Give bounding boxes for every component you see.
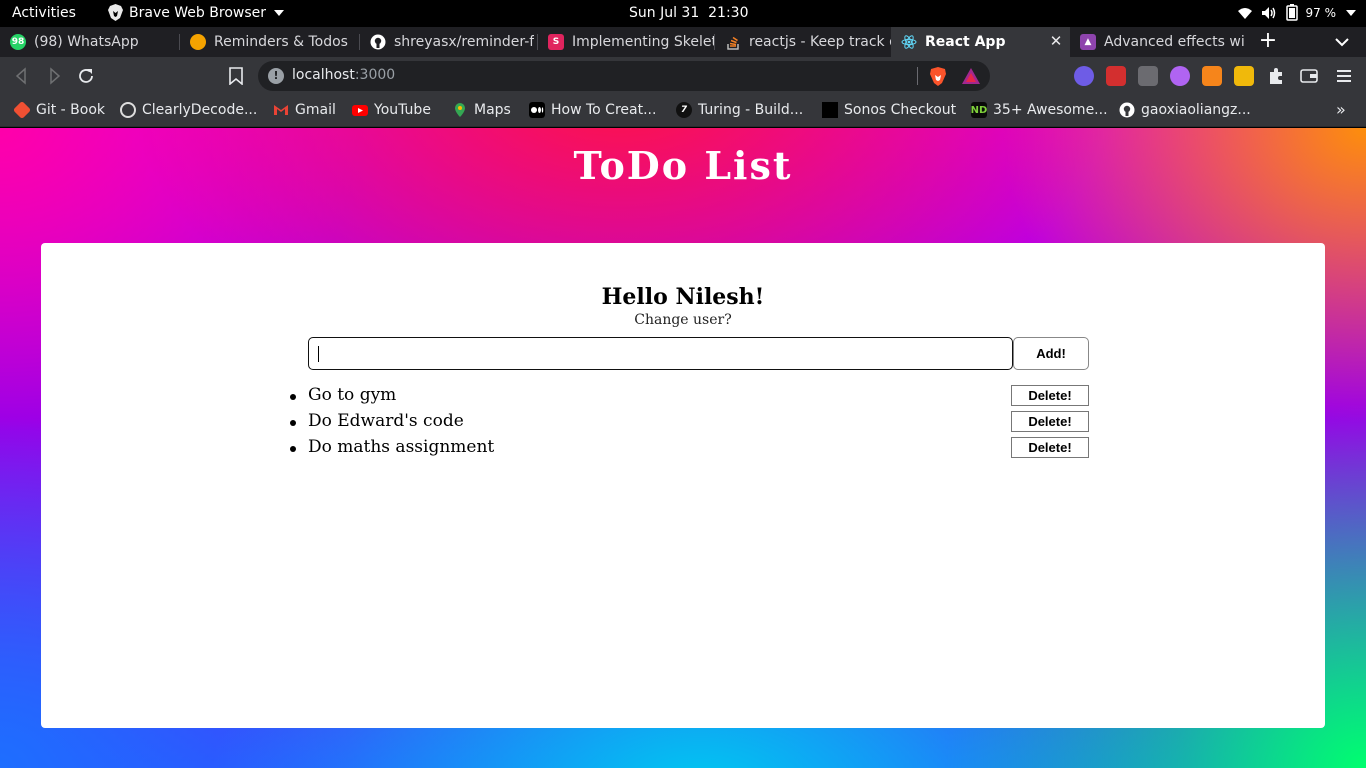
menu-hamburger-icon[interactable] — [1334, 66, 1354, 86]
todo-item: Do Edward's code Delete! — [290, 410, 1089, 436]
bookmark-awesome[interactable]: ND 35+ Awesome... — [971, 102, 1108, 118]
todo-text: Go to gym — [308, 385, 397, 405]
tab-advanced-effects[interactable]: ▲ Advanced effects wi — [1070, 27, 1246, 57]
change-user-link[interactable]: Change user? — [41, 312, 1325, 328]
clearlydecoded-icon — [120, 102, 136, 118]
delete-button[interactable]: Delete! — [1011, 411, 1089, 432]
medium-icon — [529, 102, 545, 118]
todo-text: Do Edward's code — [308, 411, 464, 431]
bullet-icon — [290, 446, 296, 452]
wallet-icon[interactable] — [1299, 66, 1319, 86]
tab-title: (98) WhatsApp — [34, 34, 139, 50]
todo-item: Do maths assignment Delete! — [290, 436, 1089, 462]
wifi-icon — [1237, 7, 1252, 19]
clock[interactable]: Sun Jul 31 21:30 — [629, 5, 749, 21]
tab-implementing-skeleton[interactable]: S Implementing Skelet — [538, 27, 715, 57]
bookmark-git-book[interactable]: Git - Book — [12, 100, 105, 120]
todo-list: Go to gym Delete! Do Edward's code Delet… — [290, 384, 1089, 462]
react-icon — [901, 35, 917, 49]
reload-icon[interactable] — [77, 67, 95, 85]
volume-icon — [1261, 6, 1275, 19]
text-cursor — [318, 346, 319, 362]
tab-title: reactjs - Keep track o — [749, 34, 891, 50]
bookmark-gmail[interactable]: Gmail — [273, 102, 336, 118]
tab-react-app[interactable]: React App ✕ — [891, 27, 1070, 57]
bullet-icon — [290, 420, 296, 426]
todo-input[interactable] — [308, 337, 1013, 370]
maps-icon — [455, 103, 465, 117]
advanced-effects-icon: ▲ — [1080, 34, 1096, 50]
add-button[interactable]: Add! — [1013, 337, 1089, 370]
system-menu-chevron-icon — [1346, 9, 1356, 16]
gmail-icon — [274, 105, 288, 115]
delete-button[interactable]: Delete! — [1011, 437, 1089, 458]
battery-icon — [1285, 4, 1298, 21]
app-menu-label: Brave Web Browser — [129, 4, 266, 21]
extension-ublock-icon[interactable] — [1106, 66, 1126, 86]
app-menu[interactable]: Brave Web Browser — [108, 4, 284, 21]
brave-lion-icon — [108, 4, 123, 21]
tab-title: shreyasx/reminder-f — [394, 34, 535, 50]
brave-rewards-icon[interactable] — [962, 68, 980, 84]
stackoverflow-icon — [727, 36, 739, 50]
extension-c-icon[interactable] — [1138, 66, 1158, 86]
turing-icon: 7 — [676, 102, 692, 118]
extensions-puzzle-icon[interactable] — [1266, 66, 1286, 86]
extension-key-icon[interactable] — [1234, 66, 1254, 86]
tab-title: Advanced effects wi — [1104, 34, 1245, 50]
activities-button[interactable]: Activities — [12, 5, 76, 21]
tab-whatsapp[interactable]: 98 (98) WhatsApp — [0, 27, 180, 57]
tab-github-reminder[interactable]: shreyasx/reminder-f — [360, 27, 538, 57]
reminders-icon — [190, 34, 206, 50]
new-tab-button[interactable]: + — [1256, 27, 1280, 57]
tab-reminders[interactable]: Reminders & Todos — [180, 27, 360, 57]
tab-title: React App — [925, 34, 1006, 50]
todo-text: Do maths assignment — [308, 437, 495, 457]
chevron-down-icon — [274, 9, 284, 16]
git-icon — [12, 100, 32, 120]
bookmark-icon[interactable] — [228, 67, 244, 85]
system-tray[interactable]: 97 % — [1237, 4, 1356, 21]
bookmarks-overflow-icon[interactable]: » — [1336, 100, 1346, 119]
tab-title: Implementing Skelet — [572, 34, 715, 50]
whatsapp-icon: 98 — [10, 34, 26, 50]
site-info-icon[interactable]: ! — [268, 68, 284, 84]
brave-shields-icon[interactable] — [929, 67, 947, 86]
bookmark-maps[interactable]: Maps — [452, 102, 511, 118]
system-top-bar: Activities Brave Web Browser Sun Jul 31 … — [0, 0, 1366, 27]
todo-card: Hello Nilesh! Change user? Add! Go to gy… — [41, 243, 1325, 728]
github-icon — [370, 34, 386, 50]
extension-purple-icon[interactable] — [1170, 66, 1190, 86]
tab-title: Reminders & Todos — [214, 34, 348, 50]
todo-item: Go to gym Delete! — [290, 384, 1089, 410]
youtube-icon — [352, 105, 368, 116]
forward-arrow-icon[interactable] — [45, 67, 63, 85]
greeting-heading: Hello Nilesh! — [601, 284, 765, 310]
bookmark-medium[interactable]: How To Creat... — [529, 102, 656, 118]
back-arrow-icon[interactable] — [13, 67, 31, 85]
address-bar[interactable]: ! localhost:3000 — [258, 61, 990, 91]
bookmark-gaoxiaoliangz[interactable]: gaoxiaoliangz... — [1119, 102, 1251, 118]
nd-icon: ND — [971, 102, 987, 118]
extension-ghost-icon[interactable] — [1074, 66, 1094, 86]
delete-button[interactable]: Delete! — [1011, 385, 1089, 406]
battery-percent: 97 % — [1305, 5, 1337, 20]
bookmark-sonos[interactable]: Sonos Checkout — [822, 102, 956, 118]
bookmark-turing[interactable]: 7 Turing - Build... — [676, 102, 803, 118]
tab-search-chevron-icon[interactable] — [1334, 36, 1350, 48]
page-title: ToDo List — [573, 143, 793, 188]
close-tab-icon[interactable]: ✕ — [1048, 33, 1064, 49]
bullet-icon — [290, 394, 296, 400]
page-viewport: ToDo List Hello Nilesh! Change user? Add… — [0, 128, 1366, 768]
address-url[interactable]: localhost:3000 — [292, 67, 395, 83]
metamask-icon[interactable] — [1202, 66, 1222, 86]
bookmarks-bar: Git - Book ClearlyDecode... Gmail YouTub… — [0, 95, 1366, 127]
github-icon — [1119, 102, 1135, 118]
sonos-icon — [822, 102, 838, 118]
tab-stackoverflow[interactable]: reactjs - Keep track o — [715, 27, 891, 57]
bookmark-youtube[interactable]: YouTube — [352, 102, 431, 118]
tab-strip: 98 (98) WhatsApp Reminders & Todos shrey… — [0, 27, 1366, 57]
s-logo-icon: S — [548, 34, 564, 50]
bookmark-clearlydecoded[interactable]: ClearlyDecode... — [120, 102, 257, 118]
